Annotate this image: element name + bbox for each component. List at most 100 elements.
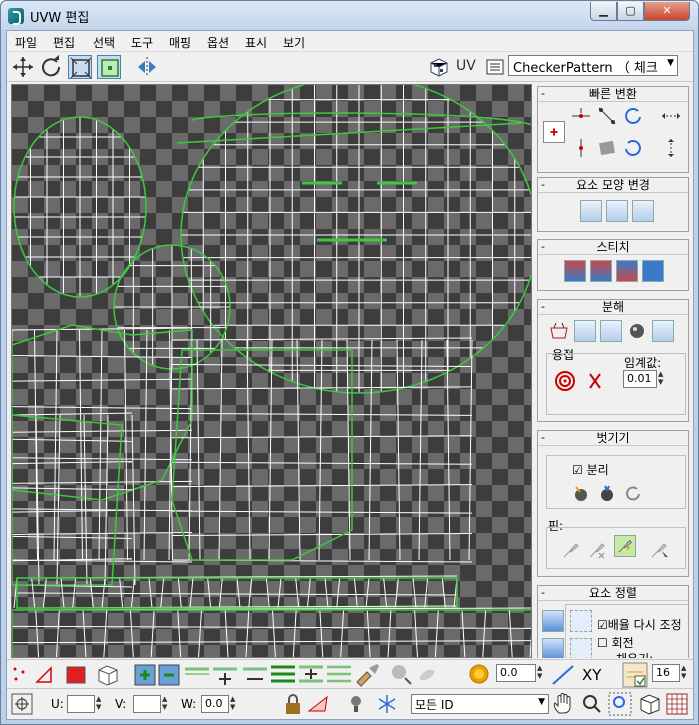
texture-dropdown[interactable]: CheckerPattern （ 체크 ▼	[508, 55, 678, 76]
menu-edit[interactable]: 편집	[53, 34, 75, 51]
absolute-offset-icon[interactable]	[11, 693, 33, 715]
light-icon[interactable]	[351, 696, 361, 712]
align-diagonal-icon[interactable]	[596, 105, 618, 127]
stitch-custom-icon[interactable]	[564, 260, 586, 282]
grid-size-input[interactable]: 16	[652, 664, 680, 682]
detach-checkbox[interactable]: ☑ 분리	[572, 461, 609, 478]
loop-shrink-icon[interactable]	[243, 667, 267, 680]
title-bar[interactable]: UVW 편집 ▁ ▢ ✕	[1, 1, 698, 30]
zoom-region-icon[interactable]	[608, 692, 632, 716]
rollout-header[interactable]: - 빠른 변환	[538, 87, 688, 102]
vertex-mode-icon[interactable]	[13, 667, 25, 681]
rollout-header[interactable]: - 요소 모양 변경	[538, 178, 688, 193]
auto-pin-icon[interactable]	[614, 535, 636, 557]
rotate-minus-icon[interactable]	[622, 137, 644, 159]
menu-display[interactable]: 표시	[245, 34, 267, 51]
falloff-spinner[interactable]: ▲ ▼	[537, 664, 545, 682]
menu-file[interactable]: 파일	[15, 34, 37, 51]
menu-select[interactable]: 선택	[93, 34, 115, 51]
rotate-checkbox[interactable]: ☐ 회전	[597, 634, 634, 651]
space-horizontal-icon[interactable]	[660, 105, 682, 127]
grid-icon[interactable]	[666, 693, 688, 715]
zoom-icon[interactable]	[583, 695, 601, 713]
element-mode-icon[interactable]	[98, 665, 118, 686]
relax-icon[interactable]	[606, 200, 628, 222]
paint-grow-icon[interactable]	[392, 665, 412, 685]
loop-grow-icon[interactable]	[213, 667, 237, 685]
grow-selection-icon[interactable]	[134, 664, 156, 686]
rollout-header[interactable]: - 요소 정렬	[538, 586, 688, 601]
face-mode-icon[interactable]	[66, 666, 86, 684]
falloff-input[interactable]: 0.0	[496, 664, 536, 682]
target-weld-icon[interactable]	[554, 370, 576, 392]
pan-hand-icon[interactable]	[553, 693, 571, 714]
mirror-tool-icon[interactable]	[135, 55, 159, 79]
curve-icon[interactable]	[632, 200, 654, 222]
threshold-spinner[interactable]: ▲ ▼	[658, 370, 666, 388]
w-input[interactable]: 0.0	[201, 695, 229, 713]
close-button[interactable]: ✕	[644, 2, 690, 21]
freeform-tool-icon[interactable]	[97, 55, 121, 79]
v-input[interactable]	[133, 695, 161, 713]
scale-tool-icon[interactable]	[68, 55, 92, 79]
peel-mode-icon[interactable]	[596, 483, 618, 505]
loop-select-icon[interactable]	[185, 667, 209, 675]
menu-options[interactable]: 옵션	[207, 34, 229, 51]
rotate-plus-icon[interactable]	[622, 105, 644, 127]
sphere-icon[interactable]	[626, 320, 648, 342]
flatten-icon[interactable]	[600, 320, 622, 342]
paint-shrink-icon[interactable]	[418, 668, 436, 683]
rescale-icon[interactable]	[542, 638, 564, 658]
ring-grow-icon[interactable]	[299, 665, 323, 683]
uv-canvas[interactable]	[12, 85, 532, 658]
xy-toggle[interactable]: XY	[582, 666, 601, 684]
maximize-button[interactable]: ▢	[617, 2, 644, 21]
pin-icon[interactable]	[560, 539, 582, 561]
pivot-icon[interactable]	[543, 121, 565, 143]
v-spinner[interactable]: ▲ ▼	[162, 695, 170, 713]
rollout-header[interactable]: - 스티치	[538, 240, 688, 255]
minimize-button[interactable]: ▁	[590, 2, 617, 21]
zoom-extents-icon[interactable]	[640, 694, 660, 715]
quick-peel-icon[interactable]	[570, 483, 592, 505]
paint-select-icon[interactable]	[356, 664, 379, 687]
stitch-average-icon[interactable]	[616, 260, 638, 282]
snowflake-icon[interactable]	[378, 695, 396, 713]
rollout-header[interactable]: - 분해	[538, 300, 688, 315]
ring-shrink-icon[interactable]	[327, 665, 351, 683]
grid-size-spinner[interactable]: ▲ ▼	[681, 664, 689, 682]
w-spinner[interactable]: ▲ ▼	[230, 695, 238, 713]
move-tool-icon[interactable]	[11, 55, 35, 79]
reset-peel-icon[interactable]	[622, 483, 644, 505]
menu-mapping[interactable]: 매핑	[169, 34, 191, 51]
texture-list-icon[interactable]	[483, 55, 507, 79]
align-horizontal-icon[interactable]	[570, 105, 592, 127]
straighten-icon[interactable]	[596, 137, 618, 159]
stitch-source-icon[interactable]	[590, 260, 612, 282]
select-pinned-icon[interactable]	[648, 539, 670, 561]
shrink-selection-icon[interactable]	[158, 664, 180, 686]
grid-snap-icon[interactable]	[622, 662, 648, 688]
menu-tools[interactable]: 도구	[131, 34, 153, 51]
material-id-dropdown[interactable]: 모든 ID ▼	[411, 694, 549, 714]
detach-edge-icon[interactable]	[574, 320, 596, 342]
edge-mode-icon[interactable]	[35, 666, 52, 683]
pack-normalize-icon[interactable]	[542, 610, 564, 632]
rotate-tool-icon[interactable]	[39, 55, 63, 79]
straighten-selection-icon[interactable]	[580, 200, 602, 222]
u-input[interactable]	[67, 695, 95, 713]
show-map-icon[interactable]	[307, 695, 328, 712]
threshold-input[interactable]: 0.01	[623, 370, 657, 388]
uv-viewport[interactable]	[11, 84, 532, 658]
uv-channel-label[interactable]: UV	[456, 58, 476, 74]
soft-selection-icon[interactable]	[469, 664, 489, 684]
line-tool-icon[interactable]	[552, 665, 574, 685]
unpin-icon[interactable]	[586, 539, 608, 561]
u-spinner[interactable]: ▲ ▼	[96, 695, 104, 713]
break-icon[interactable]	[548, 320, 570, 342]
stitch-target-icon[interactable]	[642, 260, 664, 282]
rescale-checkbox[interactable]: ☑배율 다시 조정	[597, 616, 682, 633]
lock-icon[interactable]	[286, 694, 300, 714]
align-vertical-icon[interactable]	[570, 137, 592, 159]
checker-display-icon[interactable]	[427, 55, 451, 79]
